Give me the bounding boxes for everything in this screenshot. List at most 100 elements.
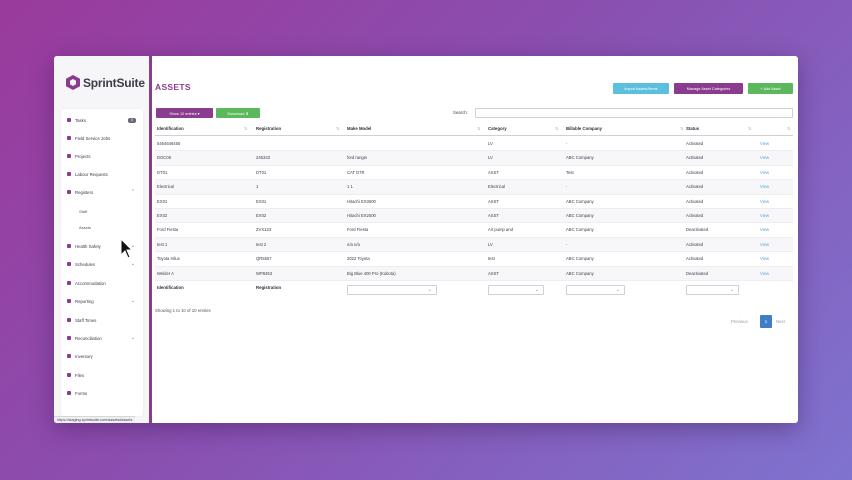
status-bar-url: https://staging.sprintsuite.com/assets#a… (54, 416, 136, 423)
category-filter-select[interactable]: ⌄ (488, 285, 544, 295)
view-link[interactable]: View (760, 238, 769, 252)
table-cell: ASST (488, 270, 499, 276)
sidebar-item-label: Inventory (75, 353, 93, 359)
bed-icon (67, 281, 71, 285)
table-cell: Activated (686, 141, 704, 146)
table-row: EX01 EX01 Hitachi EX3600 ASST ABC Company Act… (155, 195, 793, 209)
sidebar-item-accommodation[interactable]: Accommodation (61, 276, 143, 290)
table-cell: 1 (256, 184, 259, 190)
table-cell: 5454646455 (157, 141, 181, 146)
tasks-icon (67, 118, 71, 122)
sidebar-item-label: Tasks (75, 117, 86, 123)
table-cell: - (566, 241, 568, 247)
sidebar-item-tasks[interactable]: Tasks 0 (61, 113, 143, 127)
sidebar-item-staff[interactable]: Staff (61, 204, 143, 218)
sort-icon[interactable]: ⇅ (244, 122, 247, 136)
sort-icon[interactable]: ⇅ (748, 122, 751, 136)
table-cell: 2022 Toyota (347, 256, 370, 262)
sidebar-item-label: Forms (75, 390, 88, 396)
billable-company-filter-select[interactable]: ⌄ (566, 285, 625, 295)
view-link[interactable]: View (760, 180, 769, 194)
sidebar: SprintSuite Tasks 0 Field Service Jobs Proj… (54, 56, 152, 423)
column-header-status[interactable]: Status (686, 122, 699, 136)
table-cell: WP8453 (256, 270, 273, 276)
reconcile-icon (67, 336, 71, 340)
sidebar-menu: Tasks 0 Field Service Jobs Projects Labour R… (61, 109, 143, 416)
view-link[interactable]: View (760, 223, 769, 237)
table-cell: ABC Company (566, 256, 594, 262)
footer-registration-label: Registration (256, 285, 282, 290)
import-assets-button[interactable]: Import Assets/Items (613, 83, 669, 94)
folder-icon (67, 373, 71, 377)
table-cell: Activated (686, 184, 704, 190)
chevron-down-icon: ⌄ (427, 287, 432, 293)
sidebar-item-forms[interactable]: Forms (61, 386, 143, 400)
manage-categories-button[interactable]: Manage Asset Categories (674, 83, 743, 94)
status-filter-select[interactable]: ⌄ (686, 285, 739, 295)
column-header-registration[interactable]: Registration (256, 122, 281, 136)
sort-icon[interactable]: ⇅ (680, 122, 683, 136)
clock-icon (67, 318, 71, 322)
table-footer-filters: Identification Registration ⌄ ⌄ ⌄ ⌄ (155, 281, 793, 299)
view-link[interactable]: View (760, 267, 769, 281)
sidebar-item-files[interactable]: Files (61, 368, 143, 382)
view-link[interactable]: View (760, 166, 769, 180)
search-input[interactable] (475, 108, 793, 118)
table-cell: - (566, 184, 568, 190)
sidebar-item-label: Assets (79, 224, 92, 230)
table-info: Showing 1 to 10 of 10 entries (155, 308, 211, 313)
sort-icon[interactable]: ⇅ (555, 122, 558, 136)
column-header-category[interactable]: Category (488, 122, 507, 136)
column-header-identification[interactable]: Identification (157, 122, 184, 136)
column-header-make-model[interactable]: Make Model (347, 122, 371, 136)
wrench-icon (67, 136, 71, 140)
table-row: test 1 test 2 n/a n/a LV - Activated View (155, 237, 793, 253)
table-row: Welder A WP8453 Big Blue 400 Pro (Kubota) A… (155, 266, 793, 281)
sidebar-item-projects[interactable]: Projects (61, 149, 143, 163)
sidebar-item-inventory[interactable]: Inventory (61, 349, 143, 363)
chevron-down-icon: ⌄ (534, 287, 539, 293)
table-cell: Electrical (157, 184, 174, 190)
table-cell: QR5567 (256, 256, 272, 262)
table-cell: test 2 (256, 241, 267, 247)
projects-icon (67, 154, 71, 158)
main-content: ASSETS Import Assets/Items Manage Asset … (155, 56, 798, 423)
column-header-billable-company[interactable]: Billable Company (566, 122, 602, 136)
table-row: Ford Fiesta ZVX123 Ford Fiesta Air pump and… (155, 223, 793, 238)
view-link[interactable]: View (760, 137, 769, 151)
sidebar-item-registers[interactable]: Registers ⌃ (61, 185, 143, 199)
pagination-previous[interactable]: Previous (731, 315, 748, 328)
sidebar-item-labour-requests[interactable]: Labour Requests (61, 167, 143, 181)
sidebar-item-reporting[interactable]: Reporting ⌄ (61, 294, 143, 308)
sidebar-item-field-service-jobs[interactable]: Field Service Jobs (61, 131, 143, 145)
logo[interactable]: SprintSuite (66, 75, 145, 90)
table-header: Identification ⇅ Registration ⇅ Make Model ⇅ C… (155, 122, 793, 136)
table-cell: Electrical (488, 184, 505, 190)
sort-icon[interactable]: ⇅ (787, 122, 790, 136)
sidebar-item-reconciliation[interactable]: Reconciliation ⌄ (61, 331, 143, 345)
view-link[interactable]: View (760, 151, 769, 165)
sidebar-item-assets[interactable]: Assets (61, 220, 143, 234)
view-link[interactable]: View (760, 195, 769, 209)
show-entries-button[interactable]: Show 10 entries ▾ (156, 108, 213, 118)
chevron-down-icon: ⌄ (130, 298, 135, 304)
sidebar-item-label: Registers (75, 189, 94, 195)
table-cell: LV (488, 141, 493, 146)
inventory-icon (67, 354, 71, 358)
table-cell: ABC Company (566, 198, 594, 204)
pagination-page[interactable]: 1 (760, 315, 772, 328)
sort-icon[interactable]: ⇅ (336, 122, 339, 136)
sort-icon[interactable]: ⇅ (477, 122, 480, 136)
pagination-next[interactable]: Next (776, 315, 785, 328)
add-asset-button[interactable]: + Add Asset (748, 83, 793, 94)
table-cell: EX01 (256, 198, 267, 204)
view-link[interactable]: View (760, 209, 769, 223)
table-cell: Activated (686, 155, 704, 161)
health-icon (67, 244, 71, 248)
download-button[interactable]: Download ⬇ (216, 108, 260, 118)
table-cell: test 1 (157, 241, 168, 247)
table-cell: 245343 (256, 155, 270, 161)
make-model-filter-select[interactable]: ⌄ (347, 285, 437, 295)
sidebar-item-staff-times[interactable]: Staff Times (61, 313, 143, 327)
view-link[interactable]: View (760, 252, 769, 266)
